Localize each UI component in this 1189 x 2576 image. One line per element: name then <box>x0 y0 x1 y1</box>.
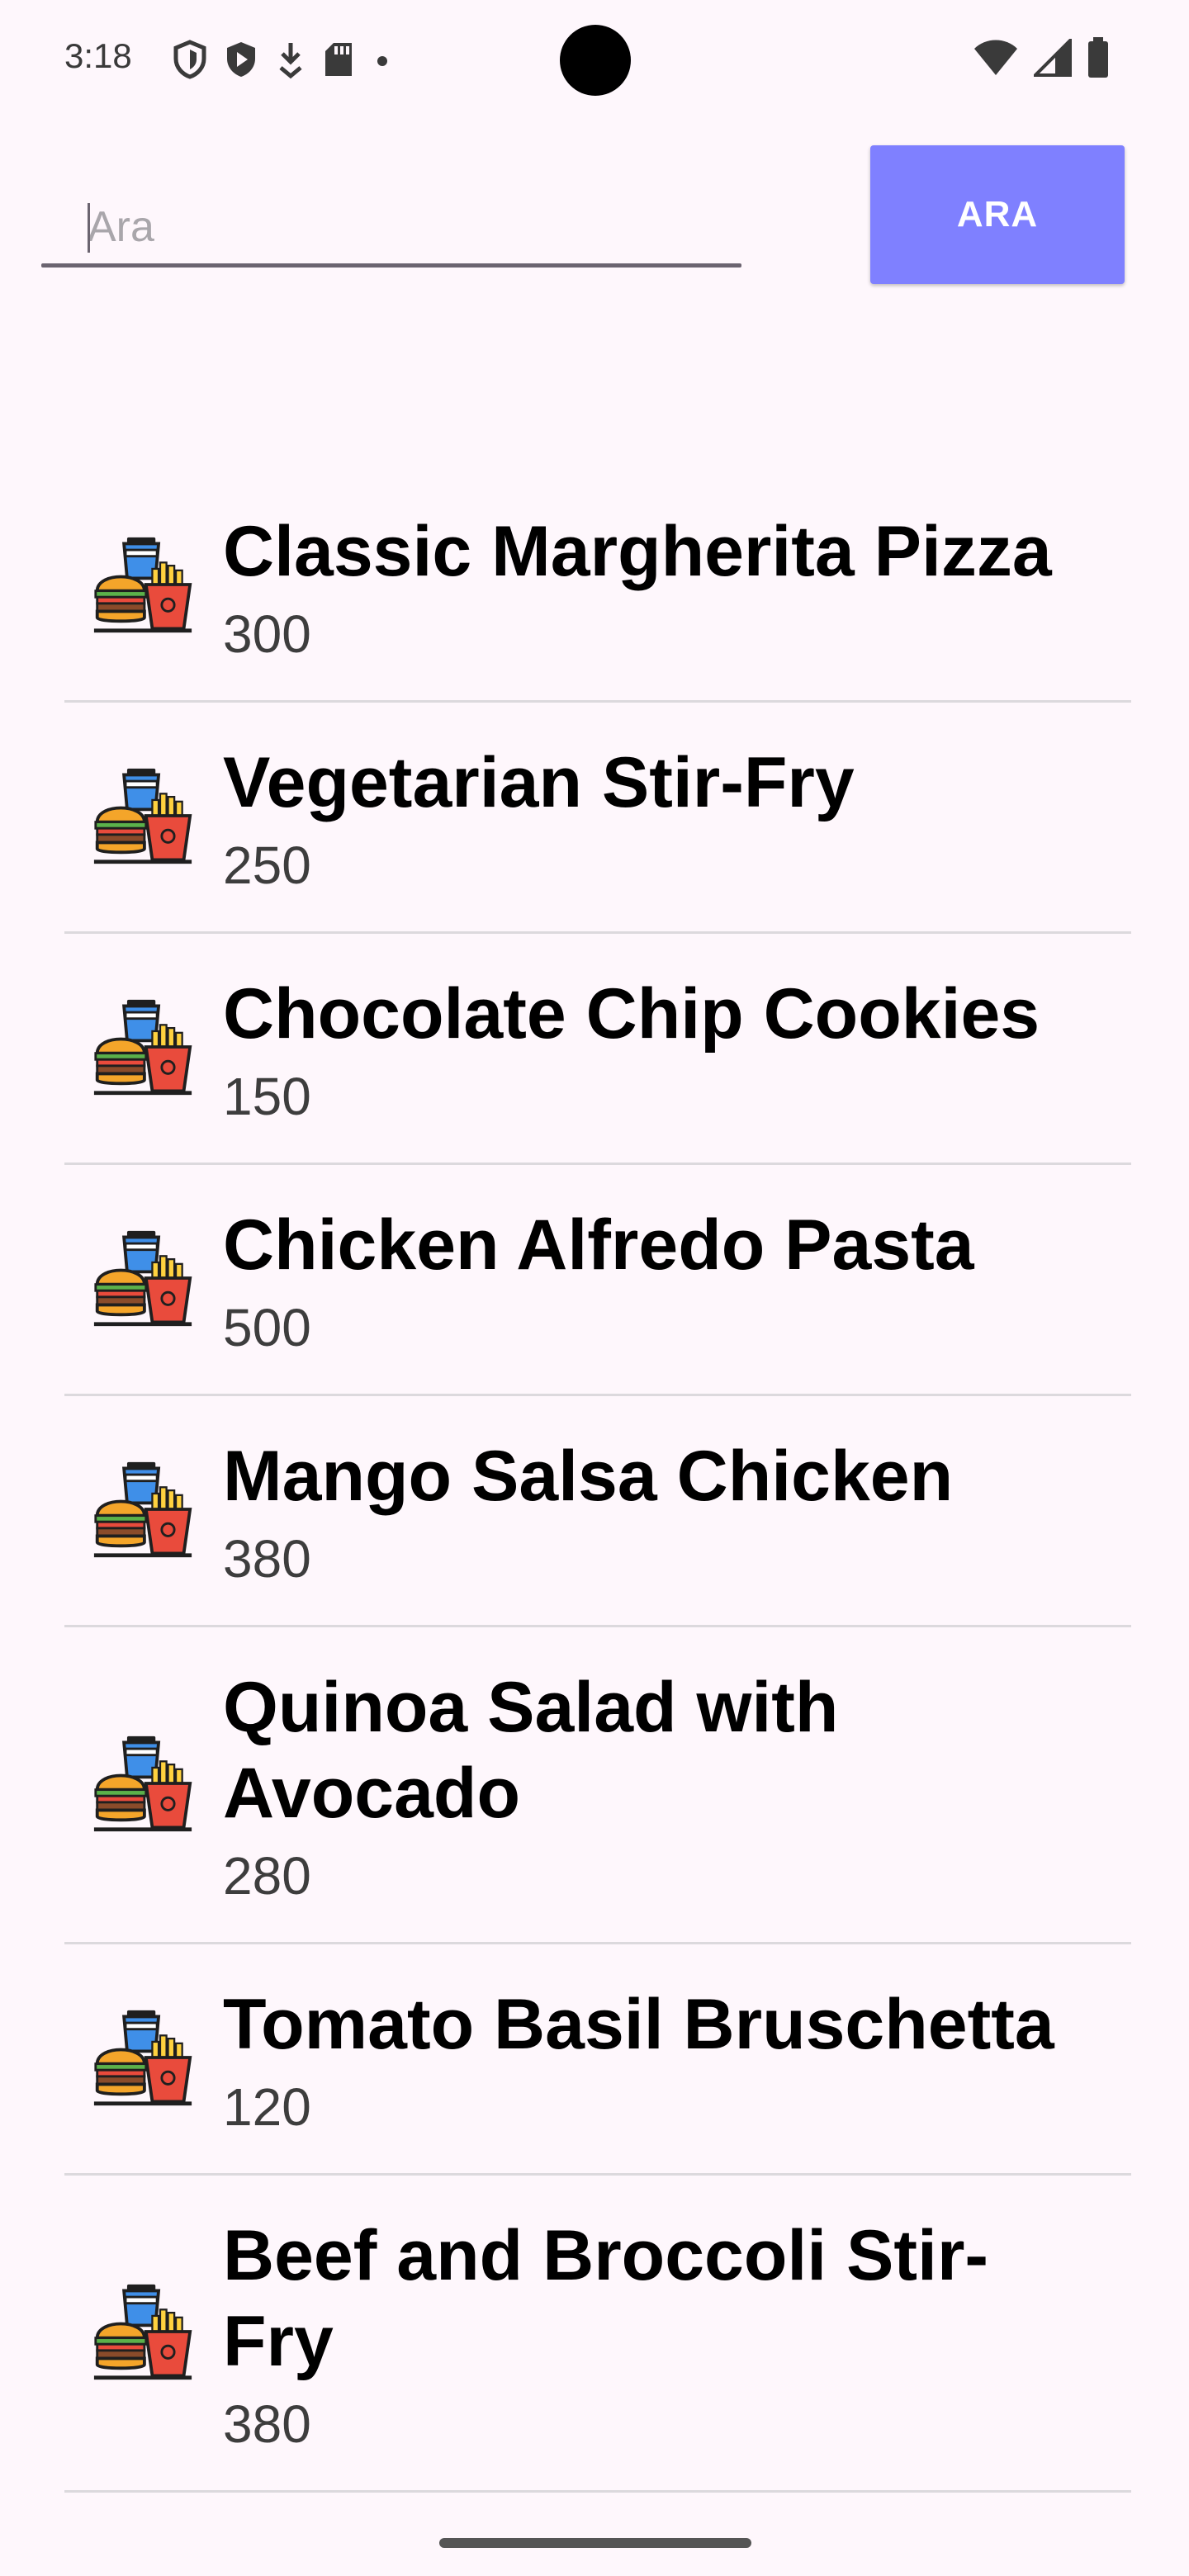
food-row: Quinoa Salad with Avocado 280 <box>0 1625 1189 1942</box>
food-row: Chocolate Chip Cookies 150 <box>0 931 1189 1163</box>
food-calories: 120 <box>223 2077 311 2137</box>
food-list[interactable]: Classic Margherita Pizza 300 Vegetarian S… <box>0 469 1189 2518</box>
food-texts: Tomato Basil Bruschetta 120 <box>223 1942 1090 2173</box>
fast-food-icon <box>92 765 193 866</box>
gesture-nav-handle[interactable] <box>439 2538 751 2548</box>
food-list-item[interactable]: Chocolate Chip Cookies 150 <box>0 931 1189 1165</box>
app-screen: 3:18 Ara ARA Classic Margherita Pizza 30… <box>0 0 1189 2576</box>
food-row: Vegetarian Stir-Fry 250 <box>0 700 1189 931</box>
food-texts: Vegetarian Stir-Fry 250 <box>223 700 1090 931</box>
fast-food-icon <box>92 534 193 635</box>
food-list-item[interactable]: Classic Margherita Pizza 300 <box>0 469 1189 703</box>
food-row: Chicken Alfredo Pasta 500 <box>0 1163 1189 1394</box>
sd-card-icon <box>322 40 355 79</box>
food-name: Quinoa Salad with Avocado <box>223 1668 839 1833</box>
food-calories: 380 <box>223 1529 311 1589</box>
food-name: Beef and Broccoli Stir-Fry <box>223 2216 989 2381</box>
shield-play-icon <box>223 40 259 79</box>
status-bar: 3:18 <box>0 0 1189 121</box>
status-time: 3:18 <box>64 36 132 75</box>
battery-icon <box>1087 36 1110 83</box>
fast-food-icon <box>92 2007 193 2108</box>
search-button[interactable]: ARA <box>870 145 1125 284</box>
cellular-signal-icon <box>1031 36 1072 81</box>
food-name: Classic Margherita Pizza <box>223 512 1052 591</box>
food-calories: 280 <box>223 1846 311 1906</box>
food-list-item[interactable]: Vegetarian Stir-Fry 250 <box>0 700 1189 934</box>
food-texts: Mango Salsa Chicken 380 <box>223 1394 1090 1625</box>
fast-food-icon <box>92 1228 193 1328</box>
search-input[interactable] <box>41 198 741 256</box>
food-name: Chicken Alfredo Pasta <box>223 1205 974 1285</box>
food-list-item[interactable]: Tomato Basil Bruschetta 120 <box>0 1942 1189 2176</box>
food-calories: 300 <box>223 604 311 664</box>
food-texts: Chicken Alfredo Pasta 500 <box>223 1163 1090 1394</box>
food-row: Caprese Salad <box>0 2490 1189 2518</box>
food-texts: Classic Margherita Pizza 300 <box>223 469 1090 700</box>
text-cursor <box>88 203 90 253</box>
download-icon <box>274 40 307 79</box>
food-row: Beef and Broccoli Stir-Fry 380 <box>0 2173 1189 2490</box>
fast-food-icon <box>92 997 193 1097</box>
food-texts: Beef and Broccoli Stir-Fry 380 <box>223 2173 1090 2490</box>
food-calories: 380 <box>223 2394 311 2454</box>
food-row: Tomato Basil Bruschetta 120 <box>0 1942 1189 2173</box>
food-calories: 150 <box>223 1067 311 1126</box>
food-row: Classic Margherita Pizza 300 <box>0 469 1189 700</box>
food-list-item[interactable]: Mango Salsa Chicken 380 <box>0 1394 1189 1627</box>
food-list-item[interactable]: Caprese Salad <box>0 2490 1189 2518</box>
fast-food-icon <box>92 1459 193 1560</box>
food-texts: Caprese Salad <box>223 2490 1090 2518</box>
food-texts: Quinoa Salad with Avocado 280 <box>223 1625 1090 1942</box>
fast-food-icon <box>92 2281 193 2382</box>
search-underline <box>41 263 741 268</box>
food-name: Tomato Basil Bruschetta <box>223 1985 1054 2064</box>
food-row: Mango Salsa Chicken 380 <box>0 1394 1189 1625</box>
food-calories: 500 <box>223 1298 311 1357</box>
food-name: Vegetarian Stir-Fry <box>223 743 855 822</box>
food-list-item[interactable]: Chicken Alfredo Pasta 500 <box>0 1163 1189 1396</box>
food-list-item[interactable]: Quinoa Salad with Avocado 280 <box>0 1625 1189 1944</box>
food-list-item[interactable]: Beef and Broccoli Stir-Fry 380 <box>0 2173 1189 2493</box>
status-icons-right <box>973 36 1110 83</box>
search-field[interactable] <box>41 182 741 268</box>
status-icons-left <box>172 36 395 83</box>
food-texts: Chocolate Chip Cookies 150 <box>223 931 1090 1163</box>
fast-food-icon <box>92 1733 193 1834</box>
shield-outline-icon <box>172 40 208 79</box>
camera-cutout <box>560 25 631 96</box>
food-name: Mango Salsa Chicken <box>223 1437 954 1516</box>
food-name: Chocolate Chip Cookies <box>223 974 1040 1054</box>
dot-icon <box>370 40 395 79</box>
wifi-icon <box>973 39 1019 81</box>
food-calories: 250 <box>223 836 311 895</box>
